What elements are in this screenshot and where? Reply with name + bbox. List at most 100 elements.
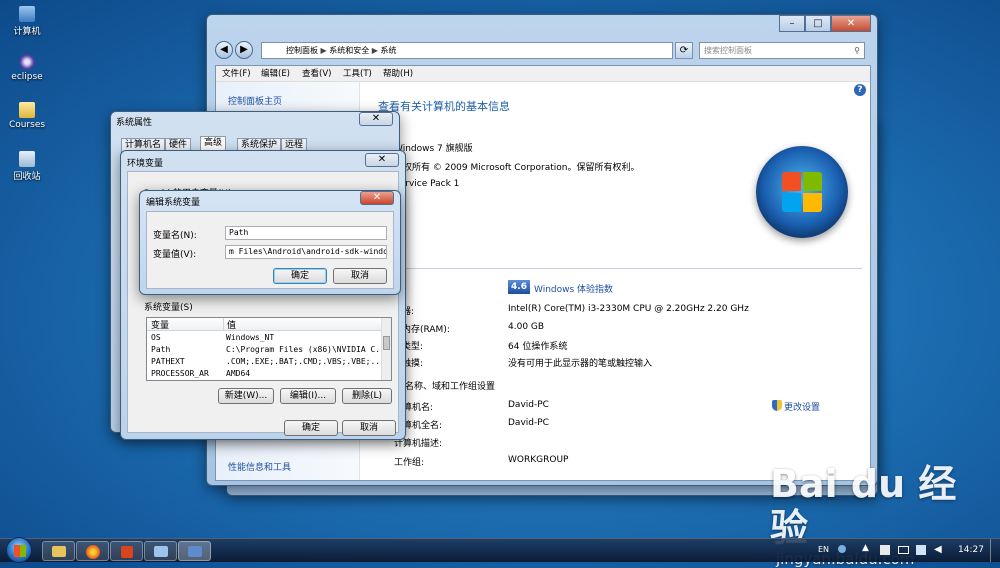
experience-index-link[interactable]: Windows 体验指数 — [534, 282, 613, 295]
minimize-button[interactable]: – — [779, 15, 805, 32]
menu-tools[interactable]: 工具(T) — [343, 66, 372, 82]
baidu-brand: Bai du 经验 — [770, 462, 957, 550]
desktop-icon-eclipse[interactable]: eclipse — [4, 54, 50, 82]
clock[interactable]: 14:27 — [958, 545, 984, 555]
cancel-button[interactable]: 取消 — [342, 420, 396, 436]
spec-value: Intel(R) Core(TM) i3-2330M CPU @ 2.20GHz… — [508, 304, 749, 314]
table-row[interactable]: PROCESSOR_AR AMD64 — [147, 369, 391, 380]
close-button[interactable]: ✕ — [359, 112, 393, 126]
firefox-icon — [86, 545, 100, 559]
dialog-panel: 变量名(N): Path 变量值(V): m Files\Android\and… — [146, 211, 394, 289]
menu-bar: 文件(F) 编辑(E) 查看(V) 工具(T) 帮助(H) — [216, 66, 870, 82]
table-row[interactable]: Path C:\Program Files (x86)\NVIDIA C... — [147, 345, 391, 356]
eclipse-icon — [19, 54, 35, 70]
ok-button[interactable]: 确定 — [273, 268, 327, 284]
close-button[interactable]: ✕ — [365, 153, 399, 167]
search-icon: ⚲ — [854, 46, 860, 55]
control-panel-home-link[interactable]: 控制面板主页 — [228, 94, 282, 107]
row-value: AMD64 — [226, 369, 251, 378]
start-button[interactable] — [6, 537, 32, 563]
computer-icon — [188, 546, 202, 557]
taskbar-explorer[interactable] — [42, 541, 75, 561]
refresh-button[interactable]: ⟳ — [675, 42, 693, 59]
tray-icon[interactable] — [838, 545, 846, 553]
taskbar-app[interactable] — [110, 541, 143, 561]
row-name: PATHEXT — [151, 357, 185, 366]
language-indicator[interactable]: EN — [818, 545, 829, 554]
volume-icon[interactable]: ◀ — [934, 544, 942, 555]
shield-icon — [772, 400, 782, 411]
windows-logo — [756, 146, 848, 238]
show-desktop-button[interactable] — [990, 539, 1000, 562]
computer-icon — [19, 6, 35, 22]
forward-button[interactable]: ▶ — [235, 41, 253, 59]
search-placeholder: 搜索控制面板 — [704, 46, 752, 55]
system-variables-label: 系统变量(S) — [144, 303, 193, 313]
variable-name-field[interactable]: Path — [225, 226, 387, 240]
desktop-icon-label: eclipse — [11, 72, 43, 82]
spec-value: 没有可用于此显示器的笔或触控输入 — [508, 359, 653, 369]
address-bar[interactable]: 控制面板 ▶ 系统和安全 ▶ 系统 — [261, 42, 673, 59]
folder-icon — [19, 102, 35, 118]
rating-badge[interactable]: 4.6 — [508, 280, 530, 294]
spec-value: 64 位操作系统 — [508, 342, 568, 352]
row-name: OS — [151, 333, 161, 342]
cancel-button[interactable]: 取消 — [333, 268, 387, 284]
network-value: WORKGROUP — [508, 455, 569, 465]
search-input[interactable]: 搜索控制面板 ⚲ — [699, 42, 865, 59]
recycle-bin-icon — [19, 151, 35, 167]
desktop-icon-recycle-bin[interactable]: 回收站 — [4, 151, 50, 182]
column-header-value[interactable]: 值 — [223, 318, 236, 331]
delete-variable-button[interactable]: 删除(L) — [342, 388, 392, 404]
change-settings-link[interactable]: 更改设置 — [784, 400, 820, 413]
maximize-button[interactable]: □ — [805, 15, 831, 32]
back-button[interactable]: ◀ — [215, 41, 233, 59]
edit-variable-button[interactable]: 编辑(I)... — [280, 388, 336, 404]
window-caption-buttons: – □ ✕ — [779, 15, 871, 32]
taskbar-system[interactable] — [178, 541, 211, 561]
menu-file[interactable]: 文件(F) — [222, 66, 251, 82]
ok-button[interactable]: 确定 — [284, 420, 338, 436]
breadcrumb-item[interactable]: 系统 — [381, 46, 397, 55]
network-key: 工作组: — [394, 458, 425, 468]
new-variable-button[interactable]: 新建(W)... — [218, 388, 274, 404]
taskbar-network[interactable] — [144, 541, 177, 561]
desktop-icon-courses[interactable]: Courses — [4, 102, 50, 130]
window-title: 系统属性 — [116, 118, 153, 128]
table-row[interactable]: OS Windows_NT — [147, 333, 391, 344]
network-tray-icon[interactable] — [916, 545, 926, 555]
battery-icon[interactable] — [898, 546, 909, 554]
flag-icon[interactable] — [880, 545, 890, 555]
variable-value-label: 变量值(V): — [153, 250, 197, 260]
breadcrumb-item[interactable]: 控制面板 — [286, 46, 318, 55]
row-name: PROCESSOR_AR — [151, 369, 209, 378]
desktop-icon-computer[interactable]: 计算机 — [4, 6, 50, 37]
menu-help[interactable]: 帮助(H) — [383, 66, 413, 82]
menu-edit[interactable]: 编辑(E) — [261, 66, 290, 82]
close-button[interactable]: ✕ — [360, 191, 394, 205]
list-header: 变量 值 — [147, 318, 381, 331]
copyright-text: 版权所有 © 2009 Microsoft Corporation。保留所有权利… — [394, 163, 640, 173]
taskbar-firefox[interactable] — [76, 541, 109, 561]
desktop-icon-label: Courses — [8, 120, 46, 130]
divider — [376, 268, 862, 269]
system-variables-list[interactable]: 变量 值 OS Windows_NT Path C:\Program Files… — [146, 317, 392, 381]
rating-score: 4.6 — [511, 282, 527, 292]
menu-view[interactable]: 查看(V) — [302, 66, 331, 82]
variable-value-field[interactable]: m Files\Android\android-sdk-windows — [225, 245, 387, 259]
app-icon — [121, 546, 133, 558]
row-value: .COM;.EXE;.BAT;.CMD;.VBS;.VBE;... — [226, 357, 385, 366]
help-icon[interactable]: ? — [854, 84, 866, 96]
show-hidden-icons[interactable]: ▲ — [862, 543, 869, 553]
network-value: David-PC — [508, 418, 549, 428]
window-title: 环境变量 — [127, 159, 164, 169]
table-row[interactable]: PATHEXT .COM;.EXE;.BAT;.CMD;.VBS;.VBE;..… — [147, 357, 391, 368]
desktop-icon-label: 回收站 — [13, 172, 41, 182]
performance-info-link[interactable]: 性能信息和工具 — [228, 460, 291, 473]
breadcrumb-item[interactable]: 系统和安全 — [329, 46, 369, 55]
row-name: Path — [151, 345, 171, 354]
column-header-variable[interactable]: 变量 — [151, 318, 169, 331]
scrollbar[interactable] — [381, 318, 391, 380]
scroll-thumb[interactable] — [383, 336, 390, 350]
close-button[interactable]: ✕ — [831, 15, 871, 32]
